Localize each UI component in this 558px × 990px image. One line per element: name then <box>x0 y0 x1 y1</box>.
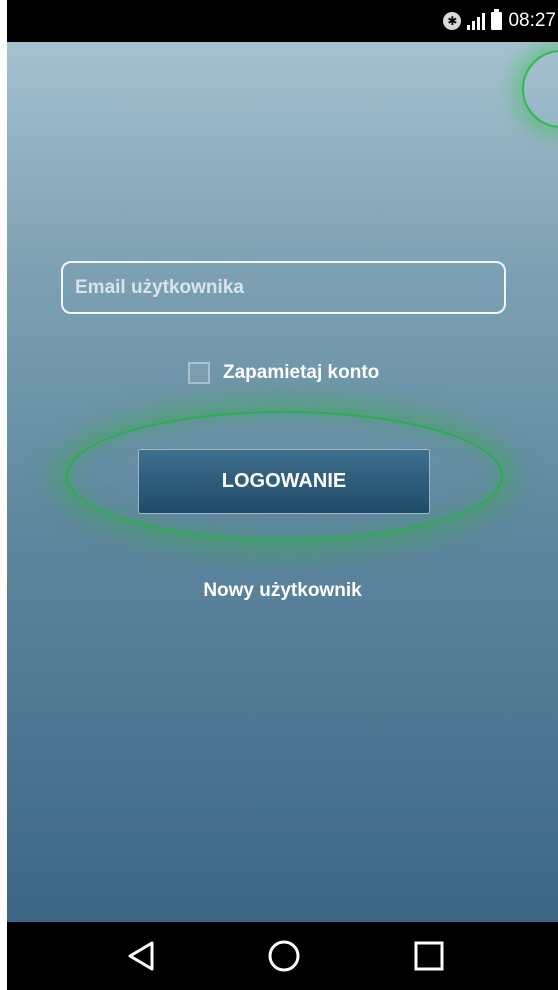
status-icons: ✱ 08:27 <box>443 0 556 42</box>
login-screen: Zapamietaj konto LOGOWANIE Nowy użytkown… <box>7 42 558 922</box>
remember-account-label: Zapamietaj konto <box>223 362 380 383</box>
status-clock: 08:27 <box>508 10 556 31</box>
corner-highlight-ring <box>522 50 558 128</box>
home-button[interactable] <box>264 936 304 976</box>
bluetooth-icon: ✱ <box>443 12 462 30</box>
login-button[interactable]: LOGOWANIE <box>138 449 430 514</box>
remember-account-checkbox[interactable] <box>188 362 210 384</box>
new-user-link[interactable]: Nowy użytkownik <box>7 580 558 602</box>
recent-apps-button[interactable] <box>409 936 449 976</box>
signal-icon <box>467 12 486 30</box>
back-icon <box>128 941 154 971</box>
status-bar: ✱ 08:27 <box>7 0 558 42</box>
navigation-bar <box>7 922 558 990</box>
remember-account-row[interactable]: Zapamietaj konto <box>188 360 379 386</box>
back-button[interactable] <box>121 936 161 976</box>
phone-screen: ✱ 08:27 Zapamietaj konto LOGOWANIE Nowy … <box>0 0 558 990</box>
email-input[interactable] <box>61 261 506 314</box>
home-icon <box>268 940 300 972</box>
recent-apps-icon <box>414 941 444 971</box>
battery-icon <box>491 9 503 30</box>
